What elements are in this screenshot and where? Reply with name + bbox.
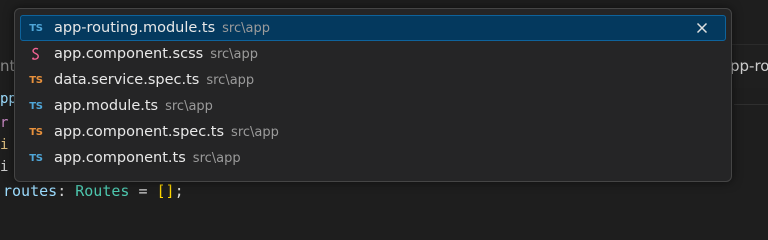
code-colon: : [57,182,76,200]
quick-open-item-app-module[interactable]: TS app.module.ts src\app [20,93,726,119]
file-path: src\app [165,98,213,114]
file-name: app.component.scss [54,46,204,62]
file-name: app.module.ts [54,98,159,114]
quick-open-list: TS app-routing.module.ts src\app app.com… [20,15,726,171]
typescript-spec-file-icon: TS [29,74,43,86]
file-name: data.service.spec.ts [54,72,200,88]
file-name: app.component.spec.ts [54,124,225,140]
quick-open-widget: TS app-routing.module.ts src\app app.com… [14,8,732,182]
code-type: Routes [75,182,130,200]
typescript-file-icon: TS [29,100,43,112]
quick-open-item-app-component-scss[interactable]: app.component.scss src\app [20,41,726,67]
typescript-file-icon: TS [29,22,43,34]
close-icon[interactable] [696,15,708,41]
code-fragment-2: r [0,115,9,131]
code-variable: routes [3,182,58,200]
scss-file-icon [22,47,50,61]
quick-open-item-data-service-spec[interactable]: TS data.service.spec.ts src\app [20,67,726,93]
quick-open-item-app-component-ts[interactable]: TS app.component.ts src\app [20,145,726,171]
code-terminator: ; [174,182,184,200]
code-fragment-3: i [0,137,9,153]
editor-divider [734,104,768,105]
file-name: app.component.ts [54,150,186,166]
typescript-file-icon: TS [29,152,43,164]
code-fragment-4: i [0,159,9,175]
code-value: [] [156,182,175,200]
editor-tab-fragment-right[interactable]: pp-ro [730,57,768,75]
file-name: app-routing.module.ts [54,20,216,36]
file-path: src\app [222,20,270,36]
file-path: src\app [210,46,259,62]
file-path: src\app [231,124,279,140]
file-path: src\app [206,72,255,88]
file-path: src\app [192,150,241,166]
typescript-spec-file-icon: TS [29,126,43,138]
code-equals: = [129,182,157,200]
quick-open-item-app-routing-module[interactable]: TS app-routing.module.ts src\app [20,15,726,41]
quick-open-item-app-component-spec[interactable]: TS app.component.spec.ts src\app [20,119,726,145]
code-line-routes[interactable]: routes: Routes = []; [3,182,184,200]
